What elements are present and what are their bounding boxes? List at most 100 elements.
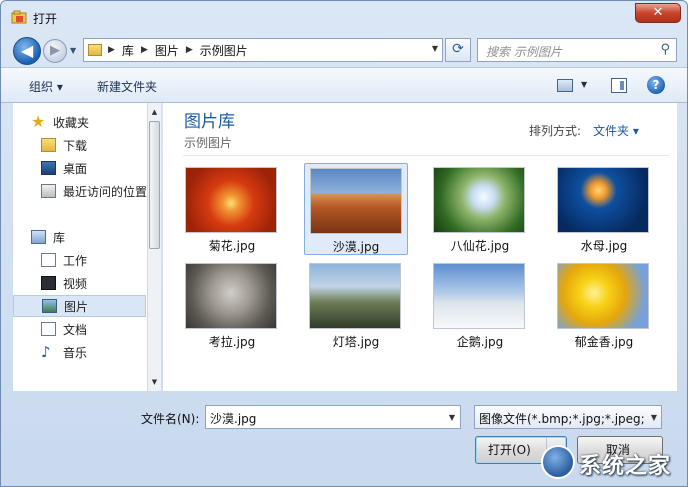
file-name: 沙漠.jpg bbox=[332, 240, 380, 254]
documents-icon bbox=[41, 322, 56, 336]
preview-pane-icon[interactable] bbox=[611, 78, 627, 93]
address-dropdown-icon[interactable]: ▼ bbox=[432, 44, 438, 53]
chevron-right-icon[interactable]: ▶ bbox=[106, 45, 117, 55]
search-icon[interactable]: ⚲ bbox=[660, 42, 670, 57]
file-item[interactable]: 菊花.jpg bbox=[180, 163, 284, 255]
download-folder-icon bbox=[41, 138, 56, 152]
breadcrumb-sample-pictures[interactable]: 示例图片 bbox=[195, 42, 253, 59]
desktop-icon bbox=[41, 161, 56, 175]
sidebar-item-favorites[interactable]: ★ 收藏夹 bbox=[31, 111, 160, 133]
search-placeholder: 搜索 示例图片 bbox=[486, 45, 562, 59]
recent-places-icon bbox=[41, 184, 56, 198]
file-item[interactable]: 企鹅.jpg bbox=[428, 259, 532, 351]
work-icon bbox=[41, 253, 56, 267]
thumbnail-image bbox=[310, 168, 402, 234]
sidebar-item-recent-places[interactable]: 最近访问的位置 bbox=[41, 180, 160, 202]
sidebar-item-work[interactable]: 工作 bbox=[41, 249, 160, 271]
filename-value: 沙漠.jpg bbox=[210, 412, 257, 426]
thumbnail-image bbox=[557, 167, 649, 233]
thumbnail-image bbox=[309, 263, 401, 329]
music-icon: ♪ bbox=[41, 343, 51, 361]
file-type-value: 图像文件(*.bmp;*.jpg;*.jpeg;*. bbox=[479, 412, 645, 426]
file-item[interactable]: 沙漠.jpg bbox=[304, 163, 408, 255]
sidebar-item-label: 收藏夹 bbox=[53, 115, 90, 130]
divider bbox=[183, 155, 669, 156]
sidebar-item-label: 文档 bbox=[63, 322, 88, 337]
close-button[interactable]: ✕ bbox=[635, 3, 681, 23]
address-bar[interactable]: ▶ 库 ▶ 图片 ▶ 示例图片 ▼ bbox=[83, 38, 443, 62]
help-icon[interactable]: ? bbox=[647, 76, 665, 94]
filename-field[interactable]: 沙漠.jpg ▼ bbox=[205, 405, 461, 429]
scroll-down-icon[interactable]: ▼ bbox=[148, 375, 161, 389]
open-button-label: 打开(O) bbox=[488, 443, 531, 457]
sidebar-item-label: 工作 bbox=[63, 253, 88, 268]
refresh-button[interactable]: ⟳ bbox=[445, 38, 471, 62]
library-icon bbox=[31, 230, 46, 244]
sidebar-item-label: 桌面 bbox=[63, 161, 88, 176]
command-toolbar: 组织 ▾ 新建文件夹 ▼ ? bbox=[1, 67, 687, 103]
scroll-up-icon[interactable]: ▲ bbox=[148, 105, 161, 119]
sidebar-item-label: 音乐 bbox=[63, 345, 88, 360]
file-item[interactable]: 水母.jpg bbox=[552, 163, 656, 255]
recent-pages-dropdown-icon[interactable]: ▼ bbox=[70, 46, 76, 55]
sidebar-item-label: 视频 bbox=[63, 276, 88, 291]
breadcrumb-pictures[interactable]: 图片 bbox=[150, 42, 184, 59]
file-name: 企鹅.jpg bbox=[456, 335, 504, 349]
open-file-dialog: 打开 ✕ ◀ ▶ ▼ ▶ 库 ▶ 图片 ▶ 示例图片 ▼ ⟳ 搜索 示例图片 ⚲… bbox=[0, 0, 688, 487]
sidebar-item-label: 库 bbox=[53, 230, 66, 245]
thumbnail-image bbox=[185, 167, 277, 233]
watermark-text: 系统之家 bbox=[579, 454, 672, 479]
change-view-button[interactable]: ▼ bbox=[557, 77, 587, 95]
chevron-right-icon[interactable]: ▶ bbox=[139, 45, 150, 55]
sidebar-item-libraries[interactable]: 库 bbox=[31, 226, 160, 248]
file-item[interactable]: 郁金香.jpg bbox=[552, 259, 656, 351]
organize-button[interactable]: 组织 ▾ bbox=[29, 78, 63, 95]
sidebar-scrollbar[interactable]: ▲ ▼ bbox=[147, 103, 161, 391]
videos-icon bbox=[41, 276, 56, 290]
library-subtitle: 示例图片 bbox=[184, 136, 233, 150]
thumbnail-image bbox=[433, 167, 525, 233]
arrange-by-dropdown[interactable]: 文件夹 ▾ bbox=[593, 122, 639, 139]
forward-button[interactable]: ▶ bbox=[43, 39, 67, 63]
sidebar-item-documents[interactable]: 文档 bbox=[41, 318, 160, 340]
file-name: 考拉.jpg bbox=[208, 335, 256, 349]
sidebar-item-label: 图片 bbox=[64, 299, 89, 314]
file-item[interactable]: 灯塔.jpg bbox=[304, 259, 408, 351]
sidebar-item-pictures[interactable]: 图片 bbox=[13, 295, 146, 317]
new-folder-button[interactable]: 新建文件夹 bbox=[97, 78, 157, 95]
title-bar: 打开 ✕ bbox=[1, 1, 687, 33]
back-button[interactable]: ◀ bbox=[13, 37, 41, 65]
file-view: 图片库 示例图片 排列方式: 文件夹 ▾ 菊花.jpg 沙漠.jpg 八仙花.j… bbox=[163, 103, 677, 391]
sidebar-item-desktop[interactable]: 桌面 bbox=[41, 157, 160, 179]
file-type-select[interactable]: 图像文件(*.bmp;*.jpg;*.jpeg;*. ▼ bbox=[474, 405, 662, 429]
pictures-icon bbox=[42, 299, 57, 313]
thumbnail-image bbox=[557, 263, 649, 329]
file-item[interactable]: 考拉.jpg bbox=[180, 259, 284, 351]
file-name: 灯塔.jpg bbox=[332, 335, 380, 349]
chevron-down-icon[interactable]: ▼ bbox=[651, 413, 657, 422]
folder-icon bbox=[88, 44, 102, 56]
watermark-badge-icon bbox=[541, 445, 575, 479]
library-title: 图片库 bbox=[184, 112, 235, 132]
thumbnail-image bbox=[433, 263, 525, 329]
arrange-by-label: 排列方式: bbox=[529, 124, 582, 138]
search-input[interactable]: 搜索 示例图片 ⚲ bbox=[477, 38, 677, 62]
sidebar-item-music[interactable]: ♪ 音乐 bbox=[41, 341, 160, 363]
file-name: 菊花.jpg bbox=[208, 239, 256, 253]
scrollbar-thumb[interactable] bbox=[149, 121, 160, 249]
file-item[interactable]: 八仙花.jpg bbox=[428, 163, 532, 255]
navigation-pane: ★ 收藏夹 下载 桌面 最近访问的位置 库 工作 视频 图片 文档 ♪ 音乐 bbox=[13, 103, 161, 391]
sidebar-item-label: 下载 bbox=[63, 138, 88, 153]
chevron-down-icon[interactable]: ▼ bbox=[449, 413, 455, 422]
chevron-right-icon[interactable]: ▶ bbox=[184, 45, 195, 55]
sidebar-item-videos[interactable]: 视频 bbox=[41, 272, 160, 294]
file-name: 八仙花.jpg bbox=[450, 239, 510, 253]
thumbnail-image bbox=[185, 263, 277, 329]
window-title: 打开 bbox=[33, 12, 58, 26]
refresh-icon: ⟳ bbox=[452, 41, 464, 57]
breadcrumb-library[interactable]: 库 bbox=[117, 42, 139, 59]
sidebar-item-downloads[interactable]: 下载 bbox=[41, 134, 160, 156]
open-folder-icon bbox=[11, 10, 27, 24]
chevron-down-icon[interactable]: ▼ bbox=[581, 80, 587, 89]
star-icon: ★ bbox=[31, 112, 46, 131]
